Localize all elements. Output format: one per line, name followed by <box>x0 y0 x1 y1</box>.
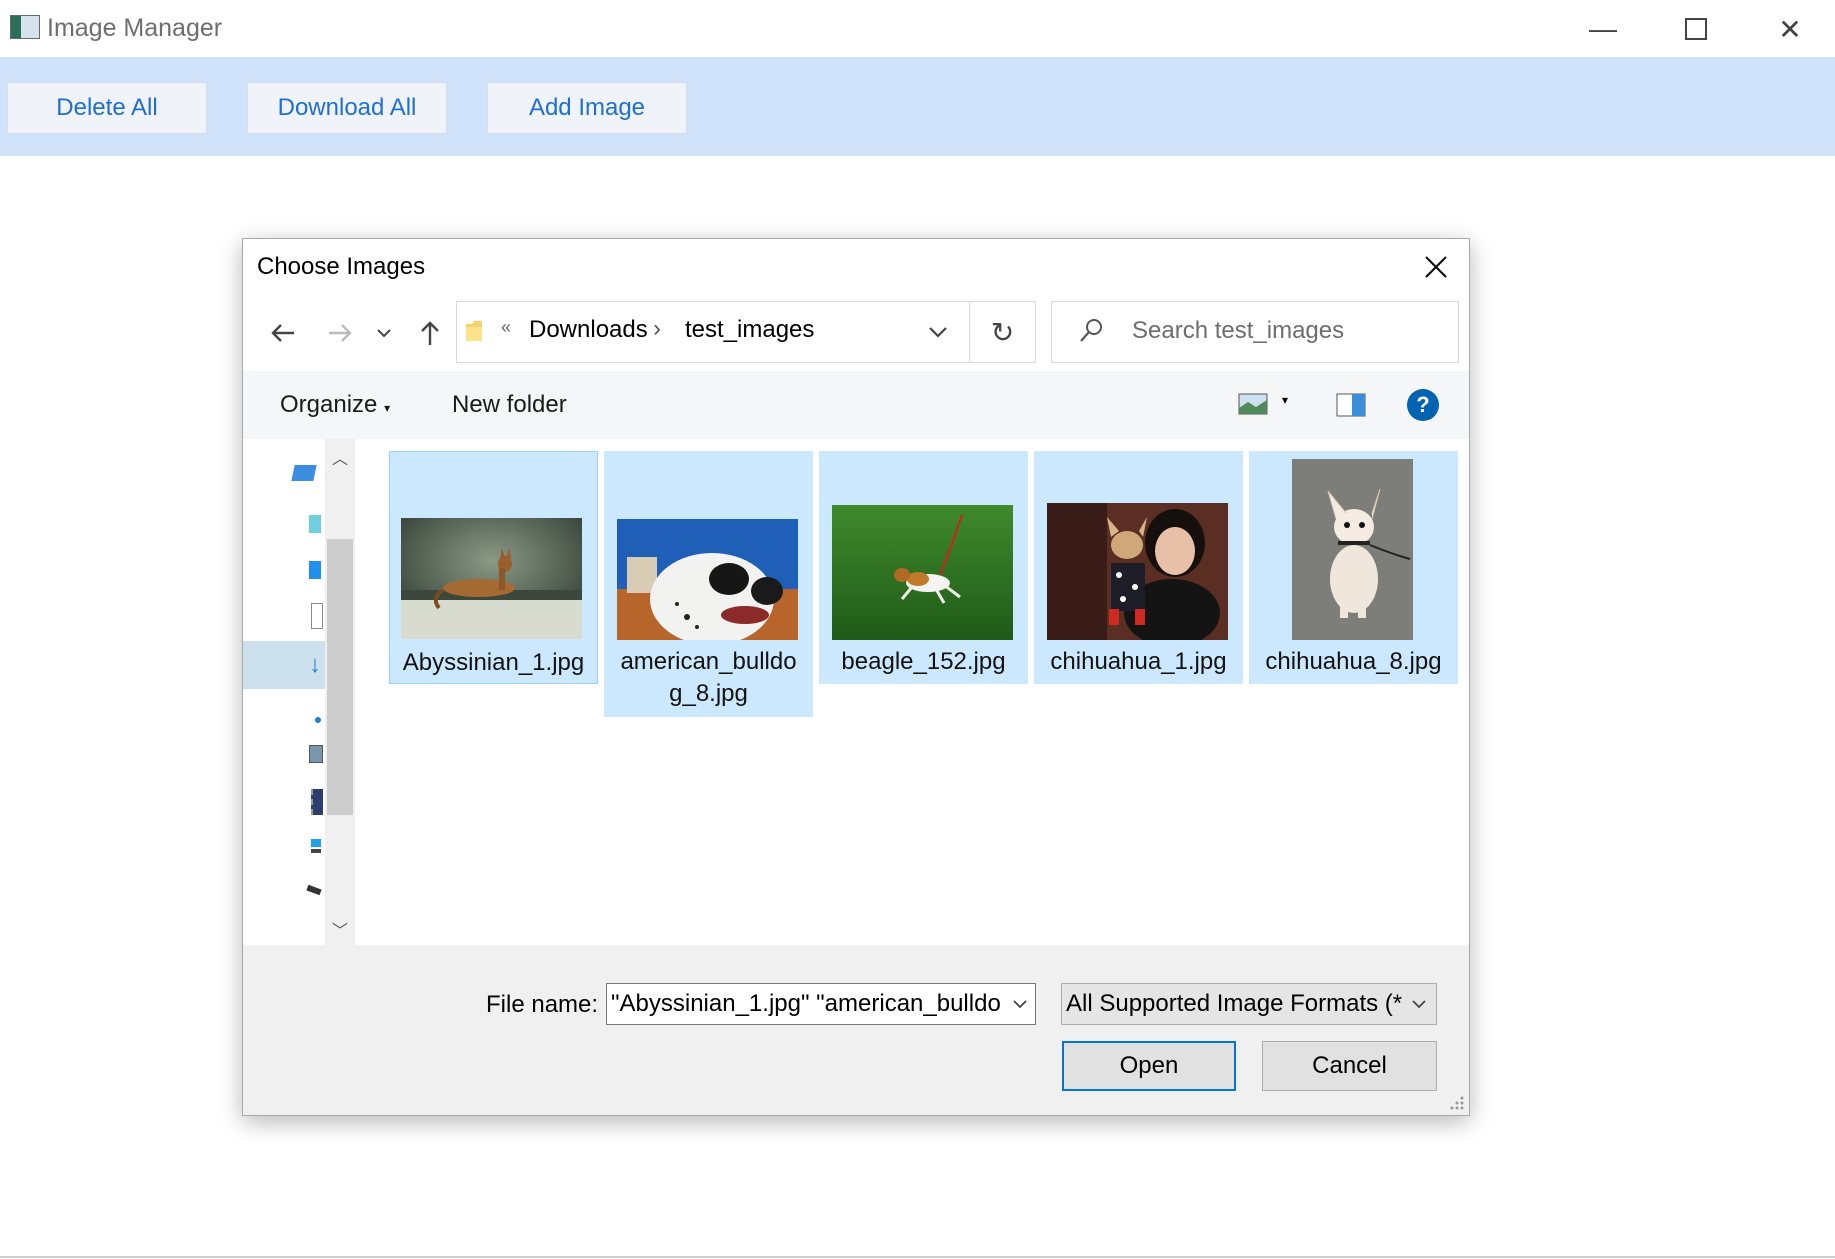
breadcrumb-downloads[interactable]: Downloads <box>529 316 648 344</box>
local-disk-icon[interactable] <box>311 839 321 857</box>
caret-down-icon: ▾ <box>1282 393 1289 407</box>
delete-all-button[interactable]: Delete All <box>7 82 207 134</box>
file-name: Abyssinian_1.jpg <box>402 649 585 676</box>
download-arrow-icon: ↓ <box>309 651 321 678</box>
search-icon <box>1080 319 1102 342</box>
file-item[interactable]: chihuahua_8.jpg <box>1249 451 1458 684</box>
folder-icon <box>466 321 482 341</box>
file-name-label: File name: <box>486 991 599 1018</box>
maximize-button[interactable] <box>1666 8 1726 50</box>
nav-scrollbar[interactable]: ︿ ﹀ <box>325 439 355 945</box>
view-icon <box>1238 393 1268 415</box>
refresh-button[interactable]: ↻ <box>970 301 1036 363</box>
dialog-footer: File name: "Abyssinian_1.jpg" "american_… <box>243 945 1469 1115</box>
download-all-button[interactable]: Download All <box>247 82 447 134</box>
file-item[interactable]: american_bulldo g_8.jpg <box>604 451 813 717</box>
network-drive-icon[interactable] <box>306 884 322 896</box>
window-title: Image Manager <box>47 14 223 42</box>
chevron-down-icon <box>1412 1000 1426 1009</box>
up-button[interactable] <box>410 313 450 353</box>
chevron-down-icon[interactable] <box>1013 999 1027 1009</box>
dialog-close-button[interactable] <box>1411 245 1461 289</box>
new-folder-button[interactable]: New folder <box>452 391 567 419</box>
address-bar[interactable]: « Downloads › test_images <box>456 301 970 363</box>
pictures-icon[interactable] <box>309 745 323 763</box>
maximize-icon <box>1685 18 1707 40</box>
close-icon <box>1425 256 1447 278</box>
preview-pane-icon <box>1336 393 1366 417</box>
arrow-up-icon <box>421 321 439 345</box>
close-window-button[interactable]: ✕ <box>1760 8 1820 50</box>
thumbnail-beagle <box>832 505 1013 640</box>
file-name-value: "Abyssinian_1.jpg" "american_bulldog <box>611 990 1001 1017</box>
this-pc-icon[interactable] <box>291 465 317 481</box>
file-name-input[interactable]: "Abyssinian_1.jpg" "american_bulldog <box>606 983 1036 1025</box>
window-bottom-border <box>0 1256 1835 1258</box>
minimize-button[interactable]: — <box>1573 8 1633 50</box>
thumbnail-american-bulldog <box>617 519 798 640</box>
thumbnail-chihuahua-1 <box>1047 503 1228 640</box>
recent-locations-button[interactable] <box>369 313 399 353</box>
scroll-down-icon[interactable]: ﹀ <box>332 917 348 941</box>
file-name-line1: american_bulldo <box>620 648 797 675</box>
add-image-button[interactable]: Add Image <box>487 82 687 134</box>
navigation-pane[interactable]: ↓ <box>243 439 325 945</box>
chevron-down-icon <box>377 329 391 338</box>
arrow-left-icon <box>271 324 294 342</box>
file-item[interactable]: beagle_152.jpg <box>819 451 1028 684</box>
file-name: chihuahua_8.jpg <box>1265 648 1442 675</box>
breadcrumb-overflow[interactable]: « <box>501 317 511 338</box>
file-type-value: All Supported Image Formats (* <box>1066 990 1403 1017</box>
file-name: chihuahua_1.jpg <box>1050 648 1227 675</box>
scroll-up-icon[interactable]: ︿ <box>332 445 348 469</box>
downloads-nav-item[interactable]: ↓ <box>243 641 325 689</box>
documents-icon[interactable] <box>311 603 323 629</box>
open-button[interactable]: Open <box>1062 1041 1236 1091</box>
file-name-line2: g_8.jpg <box>669 680 748 707</box>
desktop-icon[interactable] <box>309 561 321 579</box>
file-item[interactable]: Abyssinian_1.jpg <box>389 451 598 684</box>
file-name: beagle_152.jpg <box>841 648 1006 675</box>
scrollbar-thumb[interactable] <box>327 539 353 815</box>
back-button[interactable] <box>263 313 303 353</box>
breadcrumb-test-images[interactable]: test_images <box>685 316 814 344</box>
view-options-button[interactable]: ▾ <box>1238 393 1300 419</box>
search-box[interactable]: Search test_images <box>1051 301 1459 363</box>
3d-objects-icon[interactable] <box>309 515 321 533</box>
organize-label: Organize <box>280 391 378 418</box>
forward-button[interactable] <box>320 313 360 353</box>
close-icon: ✕ <box>1778 13 1802 45</box>
arrow-right-icon <box>329 324 352 342</box>
resize-grip-icon[interactable] <box>1449 1095 1465 1111</box>
refresh-icon: ↻ <box>990 316 1015 348</box>
thumbnail-chihuahua-8 <box>1292 459 1413 640</box>
command-bar: Organize ▾ New folder ▾ ? <box>243 371 1469 439</box>
cancel-button[interactable]: Cancel <box>1262 1041 1437 1091</box>
choose-images-dialog: Choose Images « Downloads › test_images … <box>242 238 1470 1116</box>
videos-icon[interactable] <box>311 789 323 815</box>
music-icon[interactable] <box>315 717 321 723</box>
caret-down-icon: ▾ <box>384 401 391 415</box>
preview-pane-button[interactable] <box>1336 393 1366 417</box>
thumbnail-abyssinian <box>401 518 582 639</box>
minimize-icon: — <box>1589 13 1617 44</box>
dialog-title: Choose Images <box>257 253 426 280</box>
organize-button[interactable]: Organize ▾ <box>280 391 390 419</box>
title-bar: Image Manager — ✕ <box>0 0 1835 57</box>
breadcrumb-separator: › <box>653 315 661 342</box>
chevron-down-icon[interactable] <box>929 326 947 338</box>
app-icon <box>10 15 40 39</box>
file-list-view[interactable]: Abyssinian_1.jpg american_bulldo g_8.jpg <box>355 439 1469 945</box>
file-type-select[interactable]: All Supported Image Formats (* <box>1061 983 1437 1025</box>
search-placeholder: Search test_images <box>1132 317 1345 344</box>
help-button[interactable]: ? <box>1407 389 1439 421</box>
file-item[interactable]: chihuahua_1.jpg <box>1034 451 1243 684</box>
